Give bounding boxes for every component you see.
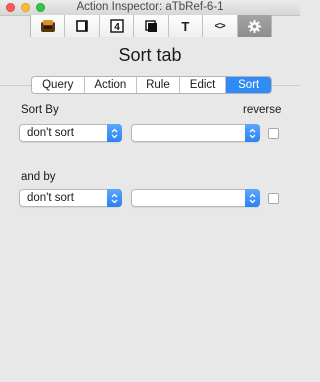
inspector-tab-toolbar: 4 T <> [30,15,272,37]
title-bar[interactable]: Action Inspector: aTbRef-6-1 [0,0,300,16]
secondary-sort-attribute-value: don't sort [27,192,74,204]
secondary-sort-secondary-popup[interactable] [131,189,260,207]
sort-by-label: Sort By [21,104,59,116]
layered-windows-icon [144,19,158,33]
sort-secondary-popup[interactable] [131,124,260,142]
sort-attribute-value: don't sort [27,127,74,139]
tab-appearance[interactable] [31,15,66,37]
sort-attribute-popup[interactable]: don't sort [19,124,122,142]
sort-reverse-checkbox[interactable] [268,128,279,139]
segment-edict[interactable]: Edict [179,77,227,93]
tab-text[interactable]: T [168,15,204,37]
and-by-label: and by [21,171,56,183]
window-title: Action Inspector: aTbRef-6-1 [76,1,224,13]
text-size-icon-label: 4 [114,22,120,33]
tab-windows[interactable] [134,15,169,37]
segment-action[interactable]: Action [84,77,138,93]
note-appearance-icon [75,19,89,33]
action-type-segmented-control: Query Action Rule Edict Sort [31,76,272,94]
tab-text-size[interactable]: 4 [99,15,135,37]
text-size-icon: 4 [109,19,124,33]
segment-query[interactable]: Query [32,77,85,93]
reverse-label: reverse [243,104,282,116]
secondary-sort-attribute-popup[interactable]: don't sort [19,189,122,207]
action-inspector-window: Action Inspector: aTbRef-6-1 4 T <> Sort… [0,0,300,382]
chevron-up-down-icon [245,124,260,142]
chevron-up-down-icon [245,189,260,207]
tab-note[interactable] [65,15,100,37]
gear-icon [247,19,262,34]
chevron-up-down-icon [107,189,122,207]
secondary-sort-reverse-checkbox[interactable] [268,193,279,204]
html-code-icon: <> [214,20,226,32]
tab-html[interactable]: <> [203,15,238,37]
tab-actions[interactable] [237,15,271,37]
text-icon: T [181,18,190,34]
chevron-up-down-icon [107,124,122,142]
segment-rule[interactable]: Rule [137,77,180,93]
color-palette-icon [40,19,56,33]
page-title: Sort tab [118,45,182,65]
segment-sort[interactable]: Sort [226,77,271,93]
